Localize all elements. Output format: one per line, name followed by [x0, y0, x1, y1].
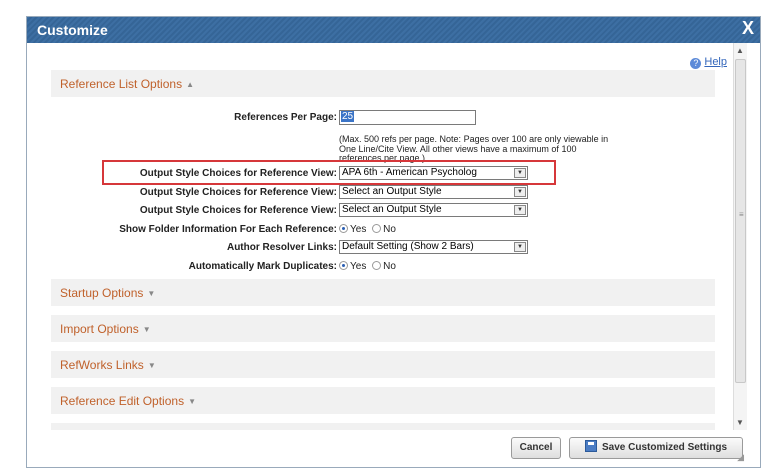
- section-label[interactable]: Startup Options ▼: [60, 286, 155, 300]
- dropdown-arrow-icon[interactable]: ▼: [514, 168, 526, 178]
- chevron-down-icon: ▼: [142, 325, 151, 334]
- help-link[interactable]: ? Help: [690, 56, 727, 69]
- scroll-down-icon[interactable]: ▼: [736, 418, 744, 427]
- section-reference-edit-options[interactable]: Reference Edit Options ▼: [51, 387, 715, 414]
- cancel-button[interactable]: Cancel: [511, 437, 561, 459]
- grip-icon: ≡: [739, 210, 744, 219]
- author-resolver-select[interactable]: Default Setting (Show 2 Bars) ▼: [339, 240, 528, 254]
- help-icon: ?: [690, 58, 702, 69]
- auto-mark-yes-radio[interactable]: [339, 261, 348, 270]
- vertical-scrollbar[interactable]: ▲ ≡ ▼: [733, 43, 747, 430]
- section-label[interactable]: Reference Edit Options ▼: [60, 394, 196, 408]
- author-resolver-label: Author Resolver Links:: [226, 242, 337, 253]
- auto-mark-label: Automatically Mark Duplicates:: [188, 261, 337, 272]
- dropdown-arrow-icon[interactable]: ▼: [514, 187, 526, 197]
- customize-dialog: Customize X ? Help Reference List Options…: [26, 16, 761, 468]
- save-settings-button[interactable]: Save Customized Settings: [569, 437, 743, 459]
- dialog-footer: Cancel Save Customized Settings ◢: [29, 431, 747, 465]
- save-label: Save Customized Settings: [601, 442, 728, 453]
- section-label[interactable]: RefWorks Links ▼: [60, 358, 156, 372]
- yes-label: Yes: [350, 261, 367, 272]
- section-partial: [51, 423, 715, 430]
- dialog-title-bar[interactable]: Customize X: [27, 17, 760, 43]
- yes-label: Yes: [350, 224, 367, 235]
- section-reference-list-options[interactable]: Reference List Options ▲: [51, 70, 715, 97]
- save-icon: [584, 440, 597, 452]
- dropdown-arrow-icon[interactable]: ▼: [514, 242, 526, 252]
- help-label: Help: [704, 56, 727, 68]
- chevron-up-icon: ▲: [186, 80, 194, 89]
- section-refworks-links[interactable]: RefWorks Links ▼: [51, 351, 715, 378]
- section-import-options[interactable]: Import Options ▼: [51, 315, 715, 342]
- show-folder-label: Show Folder Information For Each Referen…: [119, 224, 337, 235]
- chevron-down-icon: ▼: [188, 397, 196, 406]
- output-style-label: Output Style Choices for Reference View:: [139, 187, 337, 198]
- output-style-select[interactable]: Select an Output Style ▼: [339, 203, 528, 217]
- scroll-up-icon[interactable]: ▲: [736, 46, 744, 55]
- refs-per-page-row: References Per Page: 25: [29, 110, 729, 126]
- chevron-down-icon: ▼: [147, 361, 156, 370]
- output-style-label: Output Style Choices for Reference View:: [139, 168, 337, 179]
- dropdown-arrow-icon[interactable]: ▼: [514, 205, 526, 215]
- output-style-select[interactable]: APA 6th - American Psycholog ▼: [339, 166, 528, 180]
- resize-grip-icon[interactable]: ◢: [737, 452, 744, 463]
- auto-mark-no-radio[interactable]: [372, 261, 382, 270]
- no-label: No: [383, 224, 396, 235]
- dialog-content: ? Help Reference List Options ▲ References…: [29, 43, 733, 430]
- show-folder-no-radio[interactable]: [372, 224, 382, 233]
- output-style-label: Output Style Choices for Reference View:: [139, 205, 337, 216]
- section-startup-options[interactable]: Startup Options ▼: [51, 279, 715, 306]
- output-style-select[interactable]: Select an Output Style ▼: [339, 185, 528, 199]
- auto-mark-row: Automatically Mark Duplicates: Yes No: [29, 259, 729, 275]
- section-label[interactable]: Reference List Options ▲: [60, 77, 194, 91]
- chevron-down-icon: ▼: [147, 289, 156, 298]
- output-style-row-1: Output Style Choices for Reference View:…: [29, 166, 729, 182]
- show-folder-row: Show Folder Information For Each Referen…: [29, 222, 729, 238]
- no-label: No: [383, 261, 396, 272]
- close-icon[interactable]: X: [742, 18, 754, 39]
- output-style-row-3: Output Style Choices for Reference View:…: [29, 203, 729, 219]
- author-resolver-row: Author Resolver Links: Default Setting (…: [29, 240, 729, 256]
- scrollbar-thumb[interactable]: ≡: [735, 59, 746, 383]
- show-folder-yes-radio[interactable]: [339, 224, 348, 233]
- dialog-title: Customize: [37, 22, 108, 38]
- output-style-row-2: Output Style Choices for Reference View:…: [29, 185, 729, 201]
- refs-per-page-label: References Per Page:: [234, 112, 337, 123]
- section-label[interactable]: Import Options ▼: [60, 322, 151, 336]
- refs-per-page-input[interactable]: 25: [339, 110, 476, 125]
